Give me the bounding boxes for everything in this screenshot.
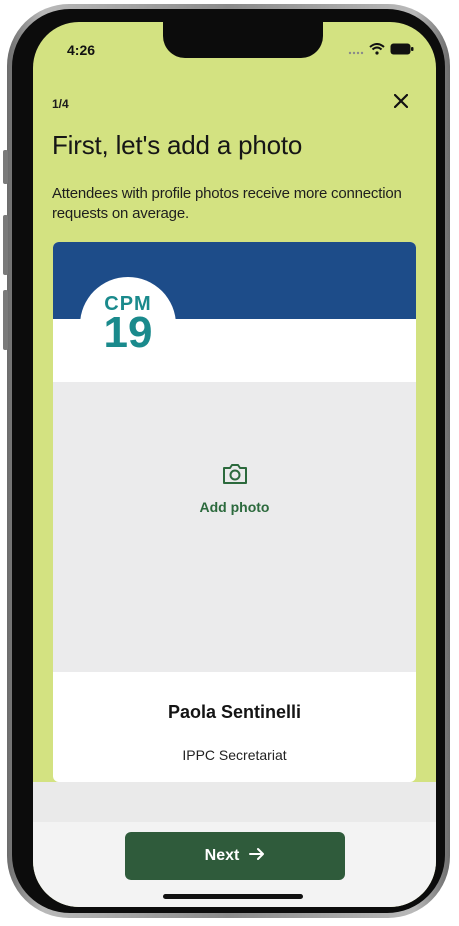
profile-name: Paola Sentinelli [167, 702, 302, 722]
photo-placeholder[interactable]: Add photo [53, 382, 416, 672]
profile-card: CPM 19 Add photo Paola Sentinelli IPPC S… [53, 242, 416, 782]
camera-icon [221, 462, 249, 491]
next-button[interactable]: Next [125, 832, 345, 880]
next-label: Next [204, 847, 240, 864]
home-indicator [163, 894, 303, 899]
profile-organization: IPPC Secretariat [182, 747, 287, 763]
close-icon [393, 93, 409, 113]
wifi-icon [369, 42, 385, 60]
logo-number: 19 [103, 308, 153, 357]
volume-down-button [3, 290, 8, 350]
bottom-divider [33, 782, 436, 822]
status-time: 4:26 [67, 42, 96, 58]
cellular-signal-icon [348, 42, 364, 60]
notch [163, 22, 323, 58]
mute-switch [3, 150, 8, 184]
page-title: First, let's add a photo [52, 130, 303, 160]
add-photo-button[interactable]: Add photo [53, 462, 416, 515]
status-icons [348, 42, 414, 60]
close-button[interactable] [390, 92, 412, 114]
app-screen: 4:26 1/4 First, let's add a photo Attend… [33, 22, 436, 907]
arrow-right-icon [249, 847, 265, 866]
volume-up-button [3, 215, 8, 275]
add-photo-label: Add photo [199, 499, 270, 515]
event-logo: CPM 19 [80, 277, 176, 373]
battery-icon [390, 42, 414, 60]
step-indicator: 1/4 [52, 97, 69, 111]
page-subtitle: Attendees with profile photos receive mo… [52, 185, 402, 222]
bottom-bar: Next [33, 782, 436, 907]
